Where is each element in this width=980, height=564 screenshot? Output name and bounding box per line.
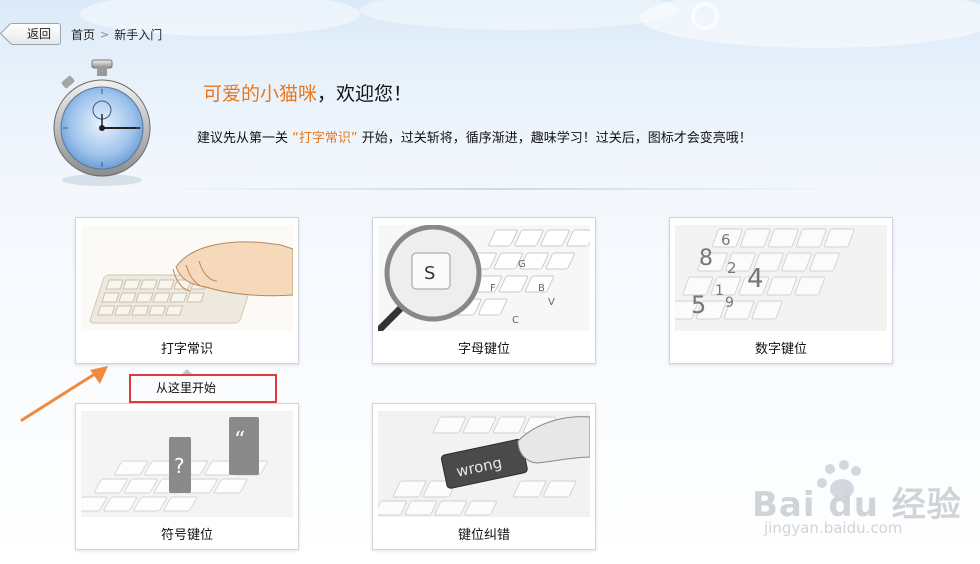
svg-text:“: “ (234, 428, 245, 453)
breadcrumb: 首页 > 新手入门 (71, 26, 162, 43)
back-button[interactable]: 返回 (10, 23, 62, 45)
orange-arrow-annotation (20, 366, 108, 422)
svg-text:C: C (512, 315, 519, 326)
watermark-url: jingyan.baidu.com (764, 519, 903, 537)
tip-highlight: “打字常识” (292, 131, 358, 146)
card-label: 字母键位 (457, 342, 510, 357)
card-label: 数字键位 (754, 342, 807, 357)
stopwatch-icon (53, 59, 151, 186)
card-typing-basics[interactable]: 打字常识 (75, 217, 299, 364)
card-label: 打字常识 (160, 342, 213, 357)
tip-before: 建议先从第一关 (197, 131, 293, 146)
svg-text:6: 6 (721, 231, 731, 249)
svg-text:8: 8 (699, 246, 713, 271)
baidu-watermark: Bai du 经验 jingyan.baidu.com (752, 455, 972, 545)
welcome-message: 可爱的小猫咪，欢迎您！ (203, 79, 412, 106)
instruction-text: 建议先从第一关 “打字常识” 开始，过关斩将，循序渐进，趣味学习！过关后，图标才… (197, 127, 752, 146)
svg-text:2: 2 (727, 259, 737, 277)
card-key-correction[interactable]: wrong 键位纠错 (372, 403, 596, 550)
svg-text:5: 5 (691, 291, 706, 319)
svg-text:?: ? (174, 454, 185, 478)
card-symbol-keys[interactable]: ? “ 符号键位 (75, 403, 299, 550)
magnifier-letter-key-icon: G F BV C S (378, 225, 590, 331)
svg-text:1: 1 (715, 283, 724, 299)
greeting-text: ，欢迎您！ (317, 83, 413, 105)
typing-hands-icon (81, 225, 293, 331)
svg-text:B: B (538, 283, 545, 294)
card-label: 键位纠错 (457, 528, 510, 543)
symbol-keys-icon: ? “ (81, 411, 293, 517)
svg-text:G: G (518, 259, 526, 270)
breadcrumb-current: 新手入门 (114, 27, 163, 42)
section-divider (150, 188, 850, 190)
card-label: 符号键位 (160, 528, 213, 543)
card-letter-keys[interactable]: G F BV C S 字母键位 (372, 217, 596, 364)
svg-text:9: 9 (725, 295, 734, 311)
tip-after: 开始，过关斩将，循序渐进，趣味学习！过关后，图标才会变亮哦！ (357, 131, 752, 146)
svg-text:V: V (548, 297, 555, 308)
svg-text:F: F (490, 283, 496, 294)
top-navigation: 返回 首页 > 新手入门 (10, 23, 162, 45)
breadcrumb-separator: > (100, 27, 110, 41)
number-keys-icon: 86 2 4 15 9 (675, 225, 887, 331)
start-here-hint: 从这里开始 (129, 374, 277, 403)
card-number-keys[interactable]: 86 2 4 15 9 数字键位 (669, 217, 893, 364)
breadcrumb-home-link[interactable]: 首页 (71, 26, 95, 43)
svg-text:4: 4 (747, 264, 764, 294)
wrong-key-icon: wrong (378, 411, 590, 517)
username: 可爱的小猫咪 (203, 83, 318, 105)
svg-text:S: S (424, 263, 435, 284)
